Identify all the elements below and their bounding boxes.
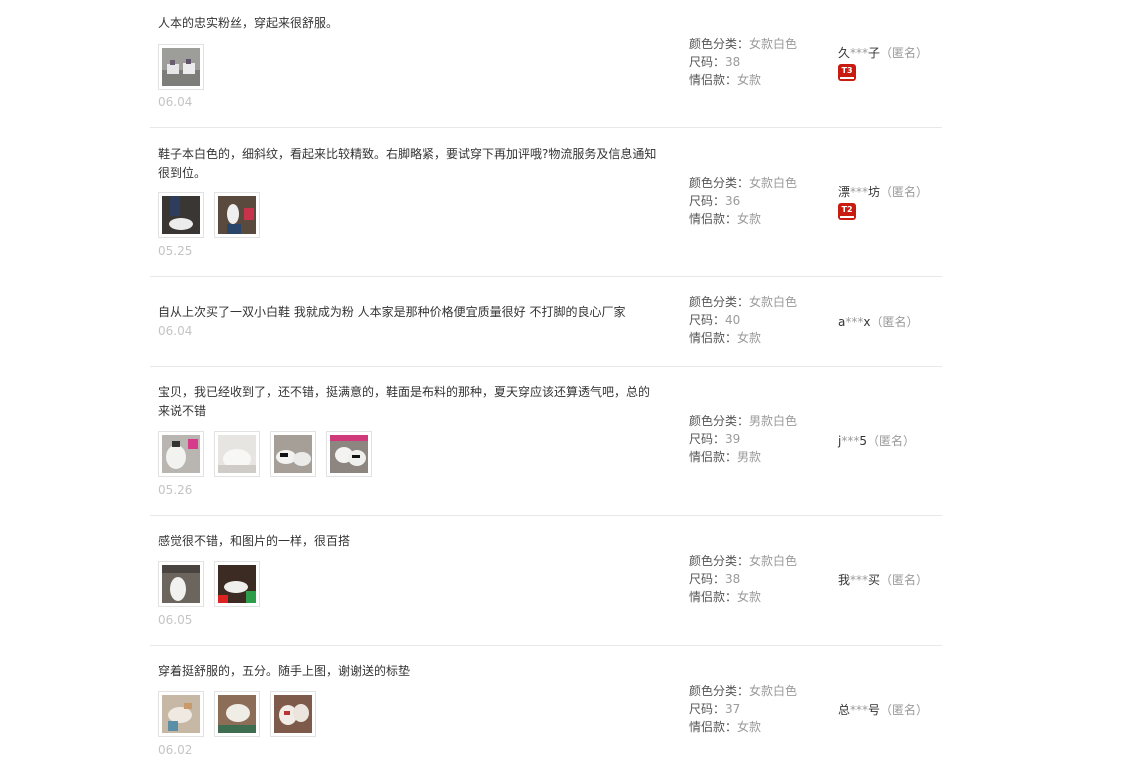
- review-photo[interactable]: [326, 431, 372, 477]
- reviewer: 我***买（匿名）: [838, 573, 929, 587]
- sku-size: 37: [725, 702, 741, 716]
- review-photo[interactable]: [158, 192, 204, 238]
- reviewer: 总***号（匿名）: [838, 703, 929, 717]
- sku-color: 女款白色: [749, 176, 798, 190]
- review-photo[interactable]: [214, 431, 260, 477]
- sku-couple: 女款: [737, 590, 762, 604]
- review-date: 05.25: [158, 244, 193, 258]
- review-photos: [158, 561, 260, 607]
- reviewer: 久***子（匿名）: [838, 46, 929, 60]
- review-photo[interactable]: [214, 561, 260, 607]
- review-text: 穿着挺舒服的，五分。随手上图，谢谢送的标垫: [158, 664, 411, 678]
- review-photo[interactable]: [270, 431, 316, 477]
- sku-info: 颜色分类：女款白色 尺码：38 情侣款：女款: [689, 37, 798, 87]
- sku-info: 颜色分类：男款白色 尺码：39 情侣款：男款: [689, 414, 798, 464]
- review-photo[interactable]: [214, 192, 260, 238]
- sku-size: 38: [725, 55, 741, 69]
- review-photo[interactable]: [158, 44, 204, 90]
- review-photo[interactable]: [214, 691, 260, 737]
- sku-color: 女款白色: [749, 684, 798, 698]
- vip-level-badge: T3: [838, 64, 856, 81]
- sku-info: 颜色分类：女款白色 尺码：36 情侣款：女款: [689, 176, 798, 226]
- reviewer: j***5（匿名）: [838, 434, 915, 448]
- review-item: 感觉很不错，和图片的一样，很百搭 06.05 颜色分类：女款白色 尺码：38 情…: [150, 516, 942, 646]
- review-item: 人本的忠实粉丝，穿起来很舒服。 06.04 颜色分类：女款白色 尺码：38 情侣…: [150, 0, 942, 128]
- review-photos: [158, 44, 204, 90]
- sku-size: 40: [725, 313, 741, 327]
- review-photo[interactable]: [158, 431, 204, 477]
- sku-couple: 女款: [737, 73, 762, 87]
- sku-couple: 男款: [737, 450, 762, 464]
- sku-couple: 女款: [737, 212, 762, 226]
- review-date: 05.26: [158, 483, 193, 497]
- reviewer: 漂***坊（匿名）: [838, 185, 929, 199]
- review-photo[interactable]: [158, 691, 204, 737]
- sku-couple: 女款: [737, 720, 762, 734]
- sku-info: 颜色分类：女款白色 尺码：40 情侣款：女款: [689, 295, 798, 345]
- review-item: 自从上次买了一双小白鞋 我就成为粉 人本家是那种价格便宜质量很好 不打脚的良心厂…: [150, 277, 942, 367]
- vip-level-badge: T2: [838, 203, 856, 220]
- sku-couple: 女款: [737, 331, 762, 345]
- sku-color: 女款白色: [749, 554, 798, 568]
- review-date: 06.05: [158, 613, 193, 627]
- sku-size: 38: [725, 572, 741, 586]
- review-list: 人本的忠实粉丝，穿起来很舒服。 06.04 颜色分类：女款白色 尺码：38 情侣…: [150, 0, 942, 768]
- review-item: 宝贝，我已经收到了，还不错，挺满意的，鞋面是布料的那种，夏天穿应该还算透气吧，总…: [150, 367, 942, 516]
- review-item: 穿着挺舒服的，五分。随手上图，谢谢送的标垫 06.02 颜色分类：女款白色 尺码…: [150, 646, 942, 768]
- sku-info: 颜色分类：女款白色 尺码：37 情侣款：女款: [689, 684, 798, 734]
- review-date: 06.02: [158, 743, 193, 757]
- review-item: 鞋子本白色的，细斜纹，看起来比较精致。右脚略紧，要试穿下再加评哦?物流服务及信息…: [150, 128, 942, 277]
- sku-size: 39: [725, 432, 741, 446]
- sku-info: 颜色分类：女款白色 尺码：38 情侣款：女款: [689, 554, 798, 604]
- review-text: 自从上次买了一双小白鞋 我就成为粉 人本家是那种价格便宜质量很好 不打脚的良心厂…: [158, 305, 626, 319]
- review-text: 人本的忠实粉丝，穿起来很舒服。: [158, 16, 339, 30]
- sku-size: 36: [725, 194, 741, 208]
- reviewer: a***x（匿名）: [838, 315, 919, 329]
- review-text: 鞋子本白色的，细斜纹，看起来比较精致。右脚略紧，要试穿下再加评哦?物流服务及信息…: [158, 147, 657, 180]
- review-date: 06.04: [158, 95, 193, 109]
- sku-color: 女款白色: [749, 295, 798, 309]
- review-text: 宝贝，我已经收到了，还不错，挺满意的，鞋面是布料的那种，夏天穿应该还算透气吧，总…: [158, 385, 651, 418]
- review-date: 06.04: [158, 324, 193, 338]
- review-photo[interactable]: [270, 691, 316, 737]
- sku-color: 女款白色: [749, 37, 798, 51]
- review-photos: [158, 691, 316, 737]
- sku-color: 男款白色: [749, 414, 798, 428]
- review-photos: [158, 431, 372, 477]
- review-text: 感觉很不错，和图片的一样，很百搭: [158, 534, 351, 548]
- review-photo[interactable]: [158, 561, 204, 607]
- review-photos: [158, 192, 260, 238]
